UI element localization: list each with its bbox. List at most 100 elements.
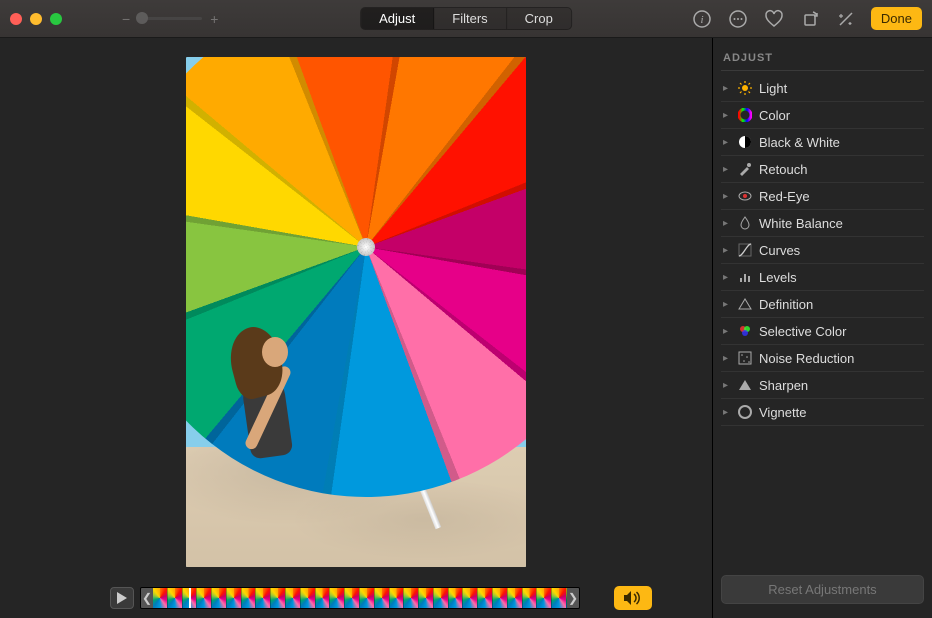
favorite-icon[interactable] xyxy=(763,8,785,30)
adjustment-label: Sharpen xyxy=(759,378,808,393)
titlebar: − + Adjust Filters Crop i Done xyxy=(0,0,932,38)
reset-adjustments-button[interactable]: Reset Adjustments xyxy=(721,575,924,604)
filmstrip-frame[interactable] xyxy=(227,588,242,608)
chevron-right-icon: ▸ xyxy=(723,299,731,310)
filmstrip-frame[interactable] xyxy=(390,588,405,608)
filmstrip-frame[interactable] xyxy=(316,588,331,608)
adjustment-vignette[interactable]: ▸Vignette xyxy=(721,399,924,426)
light-icon xyxy=(737,80,753,96)
adjustment-color[interactable]: ▸Color xyxy=(721,102,924,129)
tab-filters[interactable]: Filters xyxy=(434,8,506,29)
adjustment-sharpen[interactable]: ▸ Sharpen xyxy=(721,372,924,399)
filmstrip-frame[interactable] xyxy=(404,588,419,608)
zoom-out-icon: − xyxy=(122,11,130,27)
adjustment-label: Definition xyxy=(759,297,813,312)
color-icon xyxy=(737,107,753,123)
adjustment-label: White Balance xyxy=(759,216,843,231)
filmstrip-frame[interactable] xyxy=(197,588,212,608)
window-close-button[interactable] xyxy=(10,13,22,25)
filmstrip-frame[interactable] xyxy=(419,588,434,608)
filmstrip-frames[interactable] xyxy=(153,588,567,608)
window-zoom-button[interactable] xyxy=(50,13,62,25)
adjustment-retouch[interactable]: ▸Retouch xyxy=(721,156,924,183)
adjustment-label: Red-Eye xyxy=(759,189,810,204)
filmstrip-frame[interactable] xyxy=(537,588,552,608)
retouch-icon xyxy=(737,161,753,177)
adjustment-label: Noise Reduction xyxy=(759,351,854,366)
filmstrip-frame[interactable] xyxy=(478,588,493,608)
chevron-right-icon: ▸ xyxy=(723,245,731,256)
adjustment-selcolor[interactable]: ▸Selective Color xyxy=(721,318,924,345)
filmstrip-frame[interactable] xyxy=(212,588,227,608)
filmstrip-frame[interactable] xyxy=(168,588,183,608)
filmstrip-frame[interactable] xyxy=(463,588,478,608)
more-icon[interactable] xyxy=(727,8,749,30)
chevron-right-icon: ▸ xyxy=(723,353,731,364)
adjustment-label: Retouch xyxy=(759,162,807,177)
adjustment-levels[interactable]: ▸ Levels xyxy=(721,264,924,291)
mode-tabs: Adjust Filters Crop xyxy=(360,7,572,30)
noise-icon xyxy=(737,350,753,366)
filmstrip[interactable]: ❮ ❯ xyxy=(140,587,580,609)
zoom-slider[interactable]: − + xyxy=(122,11,218,27)
canvas-area: ❮ ❯ xyxy=(0,38,712,618)
adjustment-label: Black & White xyxy=(759,135,840,150)
chevron-right-icon: ▸ xyxy=(723,272,731,283)
filmstrip-frame[interactable] xyxy=(242,588,257,608)
chevron-right-icon: ▸ xyxy=(723,380,731,391)
zoom-thumb[interactable] xyxy=(136,12,148,24)
trim-end-handle[interactable]: ❯ xyxy=(567,588,579,608)
play-button[interactable] xyxy=(110,587,134,609)
window-controls xyxy=(10,13,62,25)
adjustment-bw[interactable]: ▸ Black & White xyxy=(721,129,924,156)
rotate-icon[interactable] xyxy=(799,8,821,30)
adjustment-redeye[interactable]: ▸ Red-Eye xyxy=(721,183,924,210)
wb-icon xyxy=(737,215,753,231)
playhead[interactable] xyxy=(189,587,191,609)
filmstrip-frame[interactable] xyxy=(345,588,360,608)
adjustment-noise[interactable]: ▸ Noise Reduction xyxy=(721,345,924,372)
photo-preview[interactable] xyxy=(186,57,526,567)
filmstrip-frame[interactable] xyxy=(256,588,271,608)
adjust-sidebar: ADJUST ▸Light▸Color▸Black & White▸Retouc… xyxy=(712,38,932,618)
toolbar-right: i Done xyxy=(691,7,922,30)
timeline: ❮ ❯ xyxy=(0,586,712,618)
definition-icon xyxy=(737,296,753,312)
levels-icon xyxy=(737,269,753,285)
vignette-icon xyxy=(737,404,753,420)
filmstrip-frame[interactable] xyxy=(375,588,390,608)
filmstrip-frame[interactable] xyxy=(449,588,464,608)
filmstrip-frame[interactable] xyxy=(552,588,567,608)
tab-adjust[interactable]: Adjust xyxy=(361,8,434,29)
zoom-track[interactable] xyxy=(138,17,202,20)
adjustment-list: ▸Light▸Color▸Black & White▸Retouch▸Red-E… xyxy=(721,75,924,426)
sharpen-icon xyxy=(737,377,753,393)
svg-text:i: i xyxy=(700,14,703,26)
adjustment-curves[interactable]: ▸Curves xyxy=(721,237,924,264)
tab-crop[interactable]: Crop xyxy=(507,8,571,29)
filmstrip-frame[interactable] xyxy=(508,588,523,608)
filmstrip-frame[interactable] xyxy=(330,588,345,608)
filmstrip-frame[interactable] xyxy=(153,588,168,608)
adjustment-label: Levels xyxy=(759,270,797,285)
audio-button[interactable] xyxy=(614,586,652,610)
adjustment-wb[interactable]: ▸ White Balance xyxy=(721,210,924,237)
adjustment-light[interactable]: ▸Light xyxy=(721,75,924,102)
filmstrip-frame[interactable] xyxy=(360,588,375,608)
adjustment-label: Selective Color xyxy=(759,324,846,339)
filmstrip-frame[interactable] xyxy=(301,588,316,608)
adjustment-definition[interactable]: ▸ Definition xyxy=(721,291,924,318)
trim-start-handle[interactable]: ❮ xyxy=(141,588,153,608)
done-button[interactable]: Done xyxy=(871,7,922,30)
filmstrip-frame[interactable] xyxy=(493,588,508,608)
filmstrip-frame[interactable] xyxy=(271,588,286,608)
chevron-right-icon: ▸ xyxy=(723,218,731,229)
filmstrip-frame[interactable] xyxy=(286,588,301,608)
enhance-icon[interactable] xyxy=(835,8,857,30)
chevron-right-icon: ▸ xyxy=(723,137,731,148)
filmstrip-frame[interactable] xyxy=(434,588,449,608)
info-icon[interactable]: i xyxy=(691,8,713,30)
window-minimize-button[interactable] xyxy=(30,13,42,25)
chevron-right-icon: ▸ xyxy=(723,191,731,202)
filmstrip-frame[interactable] xyxy=(523,588,538,608)
